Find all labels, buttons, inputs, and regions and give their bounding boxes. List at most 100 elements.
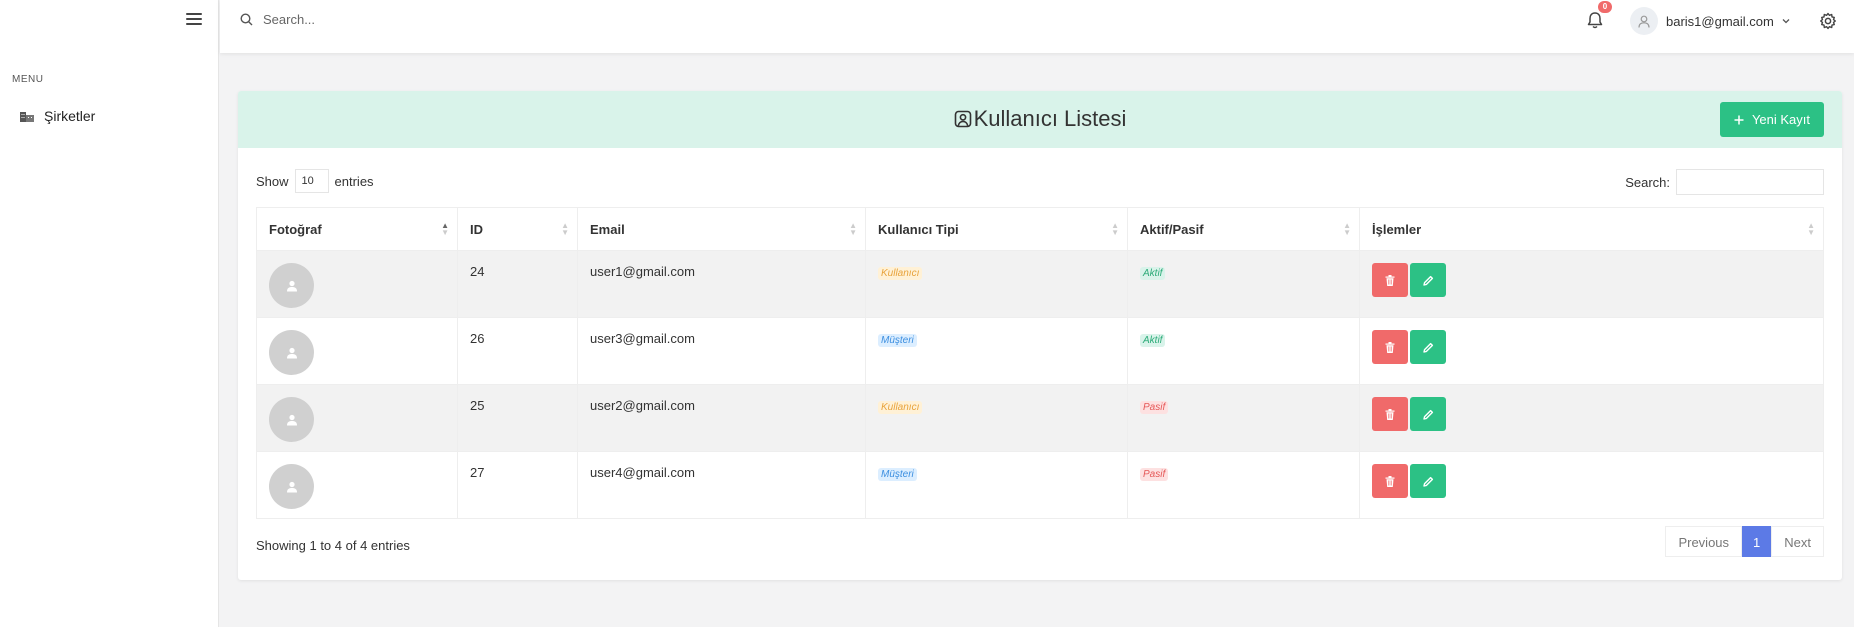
pencil-icon xyxy=(1422,342,1433,353)
delete-button[interactable] xyxy=(1372,397,1408,431)
user-type-badge: Müşteri xyxy=(878,334,917,347)
column-header-photo[interactable]: Fotoğraf ▲ ▼ xyxy=(256,207,458,251)
notification-badge: 0 xyxy=(1598,1,1612,13)
page-title: Kullanıcı Listesi xyxy=(238,106,1842,132)
column-header-user-type[interactable]: Kullanıcı Tipi ▲ ▼ xyxy=(865,207,1128,251)
global-search xyxy=(240,12,563,27)
delete-button[interactable] xyxy=(1372,330,1408,364)
hamburger-menu-icon[interactable] xyxy=(186,13,202,27)
cell-actions xyxy=(1359,317,1824,385)
trash-icon xyxy=(1385,341,1395,353)
column-header-status[interactable]: Aktif/Pasif ▲ ▼ xyxy=(1127,207,1360,251)
cell-status: Pasif xyxy=(1127,451,1360,519)
user-avatar xyxy=(269,263,314,308)
user-avatar xyxy=(269,330,314,375)
show-entries: Show 10 entries xyxy=(256,169,374,193)
user-table: Fotoğraf ▲ ▼ ID ▲ ▼ Email ▲ ▼ Kullanıcı Tipi ▲ ▼… xyxy=(256,207,1824,519)
column-header-id[interactable]: ID ▲ ▼ xyxy=(457,207,578,251)
sort-icon: ▲ ▼ xyxy=(561,221,569,237)
cell-actions xyxy=(1359,384,1824,452)
edit-button[interactable] xyxy=(1410,330,1446,364)
user-type-badge: Kullanıcı xyxy=(878,401,923,414)
table-controls: Show 10 entries Search: xyxy=(256,169,1824,195)
sidebar-item-label: Şirketler xyxy=(44,108,96,124)
sort-icon: ▲ ▼ xyxy=(1111,221,1119,237)
cell-photo xyxy=(256,384,458,452)
cell-photo xyxy=(256,451,458,519)
table-row: 24 user1@gmail.com Kullanıcı Aktif xyxy=(256,250,1824,318)
user-avatar xyxy=(1630,7,1658,35)
entries-label: entries xyxy=(334,173,374,189)
sort-icon: ▲ ▼ xyxy=(441,221,449,237)
cell-email: user3@gmail.com xyxy=(577,317,866,385)
user-icon xyxy=(1638,15,1650,28)
trash-icon xyxy=(1385,408,1395,420)
user-avatar xyxy=(269,397,314,442)
cell-actions xyxy=(1359,250,1824,318)
table-row: 26 user3@gmail.com Müşteri Aktif xyxy=(256,317,1824,385)
cell-status: Aktif xyxy=(1127,250,1360,318)
cell-photo xyxy=(256,250,458,318)
user-icon xyxy=(286,347,297,358)
sidebar: MENU Şirketler xyxy=(0,0,219,627)
table-search-label: Search: xyxy=(1625,174,1670,190)
entries-length-select[interactable]: 10 xyxy=(294,169,329,193)
user-avatar xyxy=(269,464,314,509)
user-type-badge: Kullanıcı xyxy=(878,267,923,280)
user-icon xyxy=(286,481,297,492)
sidebar-item-sirketler[interactable]: Şirketler xyxy=(20,108,95,124)
settings-button[interactable] xyxy=(1819,12,1837,35)
pagination-next[interactable]: Next xyxy=(1771,526,1824,557)
topbar: 0 baris1@gmail.com xyxy=(220,0,1854,53)
search-icon xyxy=(240,13,253,26)
gear-icon xyxy=(1820,12,1836,30)
building-icon xyxy=(20,112,34,122)
table-row: 27 user4@gmail.com Müşteri Pasif xyxy=(256,451,1824,519)
edit-button[interactable] xyxy=(1410,397,1446,431)
sort-icon: ▲ ▼ xyxy=(1343,221,1351,237)
table-info: Showing 1 to 4 of 4 entries xyxy=(256,538,410,553)
trash-icon xyxy=(1385,274,1395,286)
user-list-card: Kullanıcı Listesi Yeni Kayıt Show 10 ent… xyxy=(238,91,1842,580)
sort-icon: ▲ ▼ xyxy=(1807,221,1815,237)
user-square-icon xyxy=(954,110,971,128)
pencil-icon xyxy=(1422,275,1433,286)
pagination-previous[interactable]: Previous xyxy=(1665,526,1743,557)
bell-icon xyxy=(1587,12,1603,29)
new-record-button[interactable]: Yeni Kayıt xyxy=(1719,102,1824,137)
user-email: baris1@gmail.com xyxy=(1666,13,1774,29)
table-search-input[interactable] xyxy=(1676,169,1824,195)
table-row: 25 user2@gmail.com Kullanıcı Pasif xyxy=(256,384,1824,452)
status-badge: Pasif xyxy=(1140,401,1169,414)
cell-user-type: Kullanıcı xyxy=(865,384,1128,452)
pencil-icon xyxy=(1422,409,1433,420)
edit-button[interactable] xyxy=(1410,464,1446,498)
page-title-text: Kullanıcı Listesi xyxy=(973,106,1127,131)
user-type-badge: Müşteri xyxy=(878,468,917,481)
cell-status: Pasif xyxy=(1127,384,1360,452)
delete-button[interactable] xyxy=(1372,263,1408,297)
pagination: Previous 1 Next xyxy=(1665,526,1824,557)
global-search-input[interactable] xyxy=(263,12,563,27)
user-icon xyxy=(286,280,297,291)
notification-bell[interactable]: 0 xyxy=(1587,1,1612,34)
status-badge: Aktif xyxy=(1140,334,1166,347)
card-header: Kullanıcı Listesi Yeni Kayıt xyxy=(238,91,1842,148)
delete-button[interactable] xyxy=(1372,464,1408,498)
pagination-page-1[interactable]: 1 xyxy=(1742,526,1772,557)
user-menu[interactable]: baris1@gmail.com xyxy=(1630,7,1790,35)
cell-actions xyxy=(1359,451,1824,519)
trash-icon xyxy=(1385,475,1395,487)
cell-user-type: Kullanıcı xyxy=(865,250,1128,318)
cell-email: user4@gmail.com xyxy=(577,451,866,519)
table-search: Search: xyxy=(1625,169,1824,195)
cell-id: 27 xyxy=(457,451,578,519)
edit-button[interactable] xyxy=(1410,263,1446,297)
cell-user-type: Müşteri xyxy=(865,451,1128,519)
cell-email: user1@gmail.com xyxy=(577,250,866,318)
column-header-email[interactable]: Email ▲ ▼ xyxy=(577,207,866,251)
column-header-actions[interactable]: İşlemler ▲ ▼ xyxy=(1359,207,1824,251)
plus-icon xyxy=(1734,115,1744,124)
cell-photo xyxy=(256,317,458,385)
cell-id: 24 xyxy=(457,250,578,318)
